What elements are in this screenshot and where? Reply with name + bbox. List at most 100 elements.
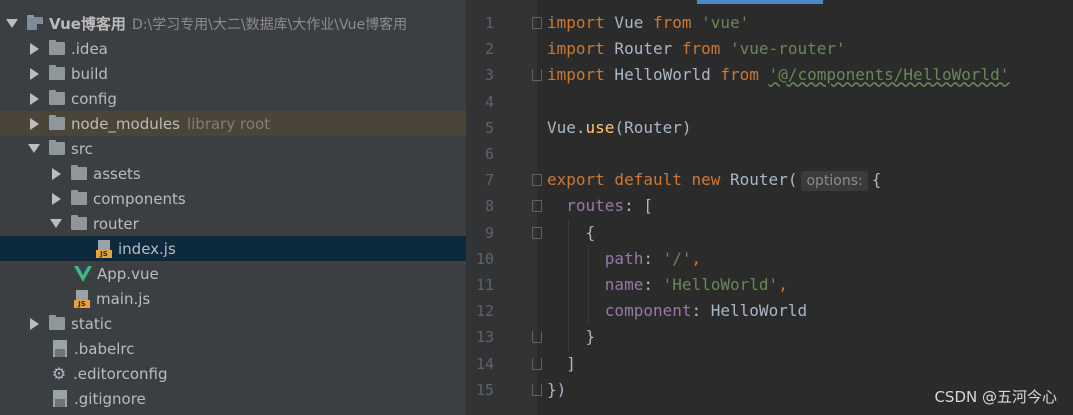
code-token: from [652,13,692,32]
fold-marker-icon[interactable] [532,357,542,370]
fold-marker-icon[interactable] [532,200,542,213]
tree-item-label: build [71,64,108,83]
config-file-icon [53,340,67,357]
tree-item-babelrc[interactable]: .babelrc [0,336,466,361]
line-number: 15 [475,380,494,399]
line-number: 4 [484,92,494,111]
code-token: : [643,248,663,268]
tree-item-label: src [71,139,93,158]
project-name: Vue博客用 [49,15,126,33]
chevron-down-icon[interactable] [50,219,62,228]
tree-item-static[interactable]: static [0,311,466,336]
line-number: 1 [484,14,494,32]
tree-item-label: static [71,314,113,333]
code-token: { [871,170,882,190]
fold-marker-icon[interactable] [532,69,542,82]
code-token: Vue [604,13,653,32]
fold-marker-icon[interactable] [532,226,542,239]
code-line[interactable]: import Vue from 'vue' [547,10,749,36]
code-token: '@/components/HelloWorld' [768,65,1010,85]
code-line[interactable]: name: 'HelloWorld', [547,272,788,298]
project-tree: Vue博客用 D:\学习专用\大二\数据库\大作业\Vue博客用 .idea b… [0,0,466,415]
chevron-right-icon[interactable] [30,117,39,130]
line-number: 10 [475,249,494,268]
code-line[interactable]: import HelloWorld from '@/components/Hel… [547,62,1009,88]
chevron-right-icon[interactable] [30,92,39,105]
tree-item-label: .idea [71,39,108,58]
project-path: D:\学习专用\大二\数据库\大作业\Vue博客用 [131,16,408,33]
tree-item-label: .gitignore [74,389,146,408]
active-tab-indicator [697,0,823,4]
tree-item-src[interactable]: src [0,136,466,161]
vue-file-icon [74,265,92,282]
code-token: 'vue' [701,13,750,32]
code-token: 'HelloWorld' [662,275,779,294]
code-line[interactable]: { [547,220,596,246]
chevron-right-icon[interactable] [30,317,39,330]
code-token: name [604,275,644,294]
indent-guide [568,219,569,351]
tree-item-config[interactable]: config [0,86,466,111]
tree-item-label: node_modules [71,114,180,133]
code-token: import [547,13,605,32]
code-line[interactable]: import Router from 'vue-router' [547,36,846,62]
tree-item-index-js[interactable]: JS index.js [0,236,466,261]
line-number: 3 [484,66,494,85]
code-token: Router [604,39,682,59]
tree-item-node-modules[interactable]: node_modules library root [0,111,466,136]
code-token: export default new [547,170,721,190]
code-line[interactable]: routes: [ [547,193,653,219]
code-token: { [547,222,596,242]
fold-marker-icon[interactable] [532,17,542,29]
fold-marker-icon[interactable] [532,174,542,187]
code-line[interactable]: } [547,324,596,350]
folder-icon [49,40,65,55]
tree-item-build[interactable]: build [0,61,466,86]
tree-item-assets[interactable]: assets [0,161,466,186]
tree-item-gitignore[interactable]: .gitignore [0,386,466,411]
chevron-down-icon[interactable] [6,19,18,28]
code-token: from [720,65,759,85]
tree-item-label: config [71,89,117,108]
code-editor[interactable]: 1 2 3 4 5 6 7 8 9 10 11 12 13 14 15 import Vue from 'v… [467,0,1073,415]
tree-item-main-js[interactable]: JS main.js [0,286,466,311]
folder-icon [71,190,87,205]
tree-item-idea[interactable]: .idea [0,36,466,61]
folder-icon [49,90,65,105]
folder-icon [49,315,65,330]
code-line[interactable]: ] [547,351,576,377]
code-line[interactable]: Vue.use(Router) [547,115,692,141]
tree-item-app-vue[interactable]: App.vue [0,261,466,286]
chevron-right-icon[interactable] [52,192,61,205]
tree-item-label: router [93,214,139,233]
tree-item-label: App.vue [97,264,159,283]
line-number-gutter: 1 2 3 4 5 6 7 8 9 10 11 12 13 14 15 [467,0,537,415]
chevron-right-icon[interactable] [52,167,61,180]
code-line[interactable]: component: HelloWorld [547,298,807,324]
code-token: component [604,301,692,321]
gear-icon: ⚙ [51,364,67,383]
code-line[interactable]: export default new Router(options:{ [547,167,881,193]
folder-icon [49,140,65,155]
chevron-right-icon[interactable] [30,42,39,55]
chevron-right-icon[interactable] [30,67,39,80]
chevron-down-icon[interactable] [28,144,40,153]
folder-icon [71,215,87,230]
line-number: 14 [475,354,494,373]
fold-marker-icon[interactable] [532,383,542,396]
code-token: : [ [624,196,653,216]
tree-item-root[interactable]: Vue博客用 D:\学习专用\大二\数据库\大作业\Vue博客用 [0,11,466,36]
code-token: , [778,275,788,294]
code-token: routes [566,196,625,216]
code-line[interactable]: }) [547,377,566,403]
code-line[interactable]: path: '/', [547,246,701,272]
tree-item-editorconfig[interactable]: ⚙ .editorconfig [0,361,466,386]
tree-item-components[interactable]: components [0,186,466,211]
fold-marker-icon[interactable] [532,331,542,344]
tree-item-router[interactable]: router [0,211,466,236]
code-token: '/' [662,248,692,268]
